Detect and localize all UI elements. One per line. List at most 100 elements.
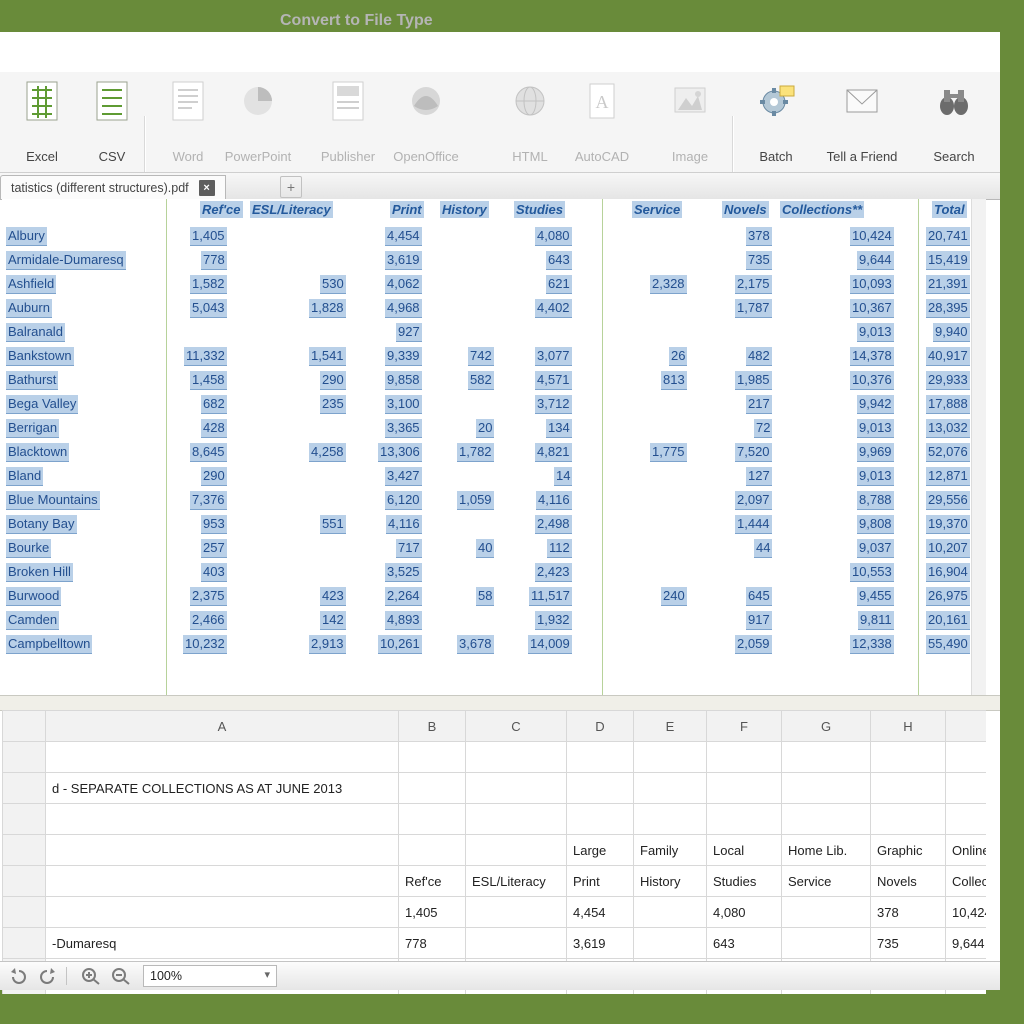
grid-cell[interactable] [466, 928, 567, 959]
pdf-cell: 551 [320, 515, 346, 534]
corner-cell[interactable] [3, 711, 46, 742]
grid-cell[interactable] [46, 835, 399, 866]
col-header[interactable]: F [707, 711, 782, 742]
grid-cell[interactable]: Service [782, 866, 871, 897]
document-tab[interactable]: tatistics (different structures).pdf × [0, 175, 226, 199]
grid-cell[interactable]: ESL/Literacy [466, 866, 567, 897]
zoom-in-button[interactable] [79, 966, 103, 986]
pdf-cell: 4,080 [535, 227, 572, 246]
grid-cell[interactable]: Home Lib. [782, 835, 871, 866]
pdf-cell: 582 [468, 371, 494, 390]
grid-cell[interactable] [399, 835, 466, 866]
grid-cell[interactable] [46, 866, 399, 897]
grid-cell[interactable]: Family [634, 835, 707, 866]
pdf-cell: 10,367 [850, 299, 894, 318]
grid-cell[interactable]: 1,828 [466, 990, 567, 995]
grid-cell[interactable]: 1,787 [871, 990, 946, 995]
pdf-cell: 11,517 [529, 587, 572, 606]
zoom-out-button[interactable] [109, 966, 133, 986]
col-header[interactable]: A [46, 711, 399, 742]
pdf-cell: 4,402 [535, 299, 572, 318]
col-header[interactable]: B [399, 711, 466, 742]
grid-cell[interactable]: 735 [871, 928, 946, 959]
col-header[interactable]: D [567, 711, 634, 742]
grid-cell[interactable]: d - SEPARATE COLLECTIONS AS AT JUNE 2013 [46, 773, 399, 804]
pdf-cell: 240 [661, 587, 687, 606]
grid-cell[interactable]: 3,619 [567, 928, 634, 959]
grid-cell[interactable]: 778 [399, 928, 466, 959]
grid-cell[interactable]: -Dumaresq [46, 928, 399, 959]
pdf-cell: 1,541 [309, 347, 346, 366]
csv-icon [92, 76, 132, 126]
zoom-out-icon [111, 967, 131, 985]
grid-cell[interactable]: Local [707, 835, 782, 866]
search-button[interactable]: Search [918, 76, 990, 166]
pdf-cell: 26,975 [926, 587, 970, 606]
grid-cell[interactable]: 1,405 [399, 897, 466, 928]
col-header[interactable]: I [946, 711, 987, 742]
grid-cell[interactable]: History [634, 866, 707, 897]
grid-cell[interactable]: 378 [871, 897, 946, 928]
grid-cell[interactable]: 5,043 [399, 990, 466, 995]
autocad-icon: A [582, 76, 622, 126]
new-tab-button[interactable]: + [280, 176, 302, 198]
pane-splitter[interactable] [0, 695, 1000, 711]
pdf-cell: 1,932 [535, 611, 572, 630]
spreadsheet-grid[interactable]: ABCDEFGHIJd - SEPARATE COLLECTIONS AS AT… [2, 710, 986, 994]
grid-cell[interactable]: Novels [871, 866, 946, 897]
col-header[interactable]: E [634, 711, 707, 742]
grid-cell[interactable]: 10,367 [946, 990, 987, 995]
grid-cell[interactable]: Graphic [871, 835, 946, 866]
grid-cell[interactable] [46, 897, 399, 928]
excel-button[interactable]: Excel [6, 76, 78, 166]
col-header[interactable]: H [871, 711, 946, 742]
pdf-cell: 10,207 [926, 539, 970, 558]
grid-cell[interactable] [634, 990, 707, 995]
grid-cell[interactable]: 9,644 [946, 928, 987, 959]
grid-cell[interactable]: Collections** [946, 866, 987, 897]
col-header[interactable]: G [782, 711, 871, 742]
spreadsheet-viewport[interactable]: ABCDEFGHIJd - SEPARATE COLLECTIONS AS AT… [2, 710, 986, 994]
pdf-cell: 9,644 [857, 251, 894, 270]
grid-cell[interactable]: Online [946, 835, 987, 866]
tell-friend-button[interactable]: Tell a Friend [812, 76, 912, 166]
grid-cell[interactable]: 4,968 [567, 990, 634, 995]
undo-button[interactable] [6, 966, 30, 986]
pdf-cell: 52,076 [926, 443, 970, 462]
grid-cell[interactable] [634, 928, 707, 959]
grid-cell[interactable] [466, 897, 567, 928]
document-tab-title: tatistics (different structures).pdf [11, 181, 189, 195]
grid-cell[interactable]: 4,402 [707, 990, 782, 995]
excel-button-label: Excel [6, 149, 78, 164]
redo-button[interactable] [36, 966, 60, 986]
grid-cell[interactable] [46, 990, 399, 995]
grid-cell[interactable] [782, 928, 871, 959]
pdf-cell: 2,913 [309, 635, 346, 654]
pdf-row: Bland2903,427141279,01312,871 [2, 465, 986, 489]
pdf-cell: 14,009 [528, 635, 572, 654]
pdf-cell: 257 [201, 539, 227, 558]
grid-cell[interactable] [782, 897, 871, 928]
grid-cell[interactable]: Ref'ce [399, 866, 466, 897]
grid-cell[interactable]: Print [567, 866, 634, 897]
grid-cell[interactable]: Studies [707, 866, 782, 897]
pdf-cell: 917 [746, 611, 772, 630]
undo-icon [9, 968, 27, 984]
grid-cell[interactable]: 4,454 [567, 897, 634, 928]
grid-cell[interactable]: Large [567, 835, 634, 866]
csv-button[interactable]: CSV [76, 76, 148, 166]
grid-cell[interactable]: 643 [707, 928, 782, 959]
pdf-viewport[interactable]: Ref'ceESL/LiteracyPrintHistoryStudiesSer… [2, 199, 986, 695]
pdf-cell: 58 [476, 587, 494, 606]
pdf-cell: 778 [201, 251, 227, 270]
zoom-dropdown[interactable]: 100% [143, 965, 277, 987]
grid-cell[interactable] [466, 835, 567, 866]
grid-cell[interactable]: 10,424 [946, 897, 987, 928]
tell-friend-button-label: Tell a Friend [812, 149, 912, 164]
grid-cell[interactable] [782, 990, 871, 995]
batch-button[interactable]: Batch [740, 76, 812, 166]
grid-cell[interactable] [634, 897, 707, 928]
col-header[interactable]: C [466, 711, 567, 742]
grid-cell[interactable]: 4,080 [707, 897, 782, 928]
close-tab-icon[interactable]: × [199, 180, 215, 196]
